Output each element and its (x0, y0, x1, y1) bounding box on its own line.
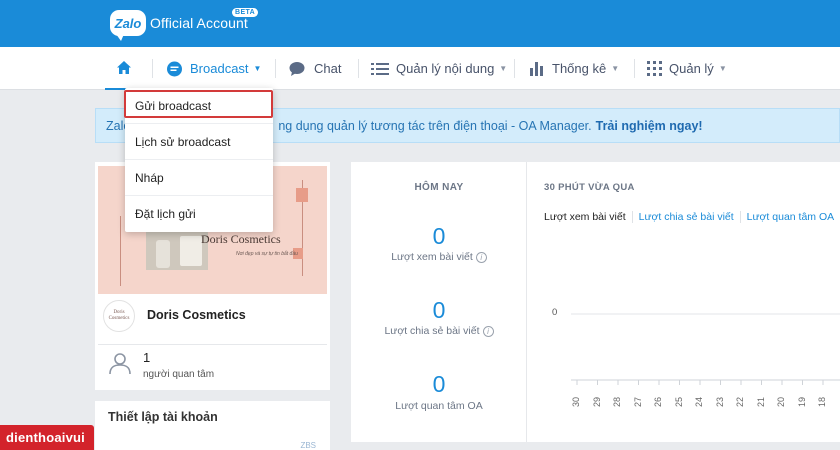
grid-icon (647, 61, 662, 76)
nav-chat[interactable]: Chat (289, 47, 341, 90)
zalo-logo-icon: Zalo (110, 10, 146, 41)
chevron-down-icon: ▼ (611, 64, 620, 73)
chart-tabs: Lượt xem bài viết Lượt chia sẻ bài viết … (544, 211, 840, 223)
nav-chat-label: Chat (314, 61, 342, 76)
x-tick-label: 20 (776, 396, 786, 407)
x-tick-label: 30 (571, 396, 581, 407)
banner-text: ng dụng quản lý tương tác trên điện thoạ… (278, 118, 592, 133)
metric-shares-label: Lượt chia sẻ bài viết i (351, 325, 527, 337)
nav-separator (152, 59, 153, 78)
tab-post-shares[interactable]: Lượt chia sẻ bài viết (631, 211, 740, 223)
nav-separator (358, 59, 359, 78)
metric-shares-value: 0 (432, 297, 446, 323)
banner-link[interactable]: Trải nghiệm ngay! (596, 119, 703, 133)
nav-manage-label: Quản lý (669, 61, 714, 76)
x-tick-label: 26 (653, 396, 663, 407)
top-bar: Zalo Official Account BETA (0, 0, 840, 47)
beta-badge: BETA (232, 8, 259, 17)
selection-highlight (124, 90, 273, 118)
activity-chart (571, 313, 840, 385)
settings-link[interactable]: ZBS (300, 441, 316, 450)
follower-count: 1 (143, 350, 151, 365)
metric-follows-value: 0 (432, 371, 446, 397)
info-icon[interactable]: i (482, 325, 494, 337)
tab-oa-follows[interactable]: Lượt quan tâm OA (739, 211, 840, 223)
x-tick-label: 22 (735, 396, 745, 407)
metric-views-label: Lượt xem bài viết i (351, 251, 527, 263)
menu-drafts[interactable]: Nháp (125, 159, 273, 195)
main-nav: Broadcast ▼ Chat Quản lý nội dung ▼ Thốn… (0, 47, 840, 90)
metric-views-value: 0 (432, 223, 446, 249)
today-stats: HÔM NAY 0 Lượt xem bài viết i 0 Lượt chia… (351, 162, 527, 442)
x-tick-label: 28 (612, 396, 622, 407)
today-title: HÔM NAY (414, 182, 464, 193)
menu-schedule-send[interactable]: Đặt lịch gửi (125, 195, 273, 231)
nav-content-label: Quản lý nội dung (396, 61, 495, 76)
app-name: Official Account (150, 15, 248, 31)
nav-separator (275, 59, 276, 78)
nav-content[interactable]: Quản lý nội dung ▼ (371, 47, 507, 90)
x-tick-label: 23 (714, 396, 725, 407)
x-tick-label: 19 (796, 396, 807, 407)
stats-card: HÔM NAY 0 Lượt xem bài viết i 0 Lượt chia… (351, 162, 840, 442)
nav-manage[interactable]: Quản lý ▼ (647, 47, 727, 90)
broadcast-icon (166, 61, 183, 77)
tab-post-views[interactable]: Lượt xem bài viết (544, 211, 632, 223)
list-icon (371, 62, 389, 76)
menu-broadcast-history[interactable]: Lịch sử broadcast (125, 123, 273, 159)
nav-home[interactable] (105, 47, 143, 90)
bar-chart-icon (529, 61, 545, 76)
nav-broadcast-label: Broadcast (190, 61, 249, 76)
nav-separator (634, 59, 635, 78)
chevron-down-icon: ▼ (253, 64, 262, 73)
nav-stats-label: Thống kê (552, 61, 607, 76)
chevron-down-icon: ▼ (499, 64, 508, 73)
x-tick-label: 29 (591, 396, 602, 407)
avatar-text: Doris Cosmetics (108, 310, 130, 321)
avatar[interactable]: Doris Cosmetics (103, 300, 135, 332)
y-tick-label: 0 (552, 307, 558, 318)
x-tick-label: 21 (755, 396, 766, 407)
nav-stats[interactable]: Thống kê ▼ (529, 47, 619, 90)
watermark-logo: dienthoaivui (0, 425, 94, 450)
cover-subtitle: Nơi đẹp và sự tự tin bắt đầu (236, 251, 298, 257)
nav-broadcast[interactable]: Broadcast ▼ (166, 47, 261, 90)
page-name[interactable]: Doris Cosmetics (147, 308, 246, 322)
x-tick-label: 27 (632, 396, 643, 407)
home-icon (117, 61, 131, 74)
chat-icon (289, 61, 307, 76)
follower-label: người quan tâm (143, 369, 215, 380)
x-tick-label: 18 (817, 396, 827, 407)
divider (98, 344, 327, 345)
chevron-down-icon: ▼ (718, 64, 727, 73)
x-tick-label: 25 (673, 396, 684, 407)
zalo-oa-logo[interactable]: Zalo Official Account BETA (110, 6, 259, 41)
settings-title: Thiết lập tài khoản (108, 410, 218, 424)
nav-separator (514, 59, 515, 78)
metric-follows-label: Lượt quan tâm OA (395, 400, 483, 412)
cover-brand-text: Doris Cosmetics (201, 232, 281, 246)
logo-text: Zalo (114, 15, 142, 31)
user-icon (108, 351, 132, 380)
account-settings-card: Thiết lập tài khoản ZBS (95, 401, 330, 450)
x-tick-label: 24 (694, 396, 704, 407)
recent-title: 30 PHÚT VỪA QUA (544, 182, 635, 193)
info-icon[interactable]: i (475, 251, 487, 263)
broadcast-dropdown: Gửi broadcast Lịch sử broadcast Nháp Đặt… (124, 88, 273, 232)
